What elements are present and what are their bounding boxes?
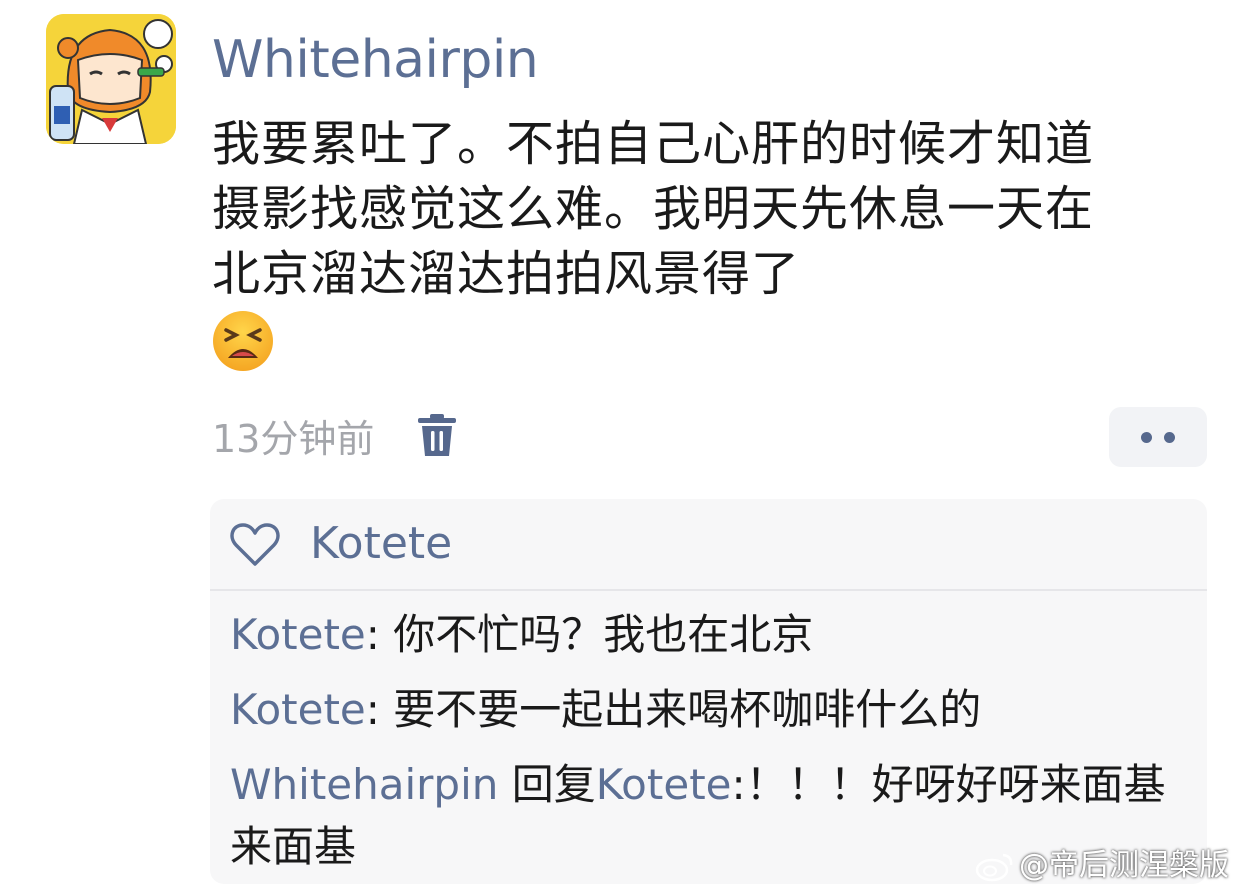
tired-face-emoji bbox=[212, 310, 274, 372]
comment-item: Kotete: 要不要一起出来喝杯咖啡什么的 bbox=[230, 679, 1190, 741]
comment-separator: : bbox=[365, 685, 394, 734]
cartoon-girl-avatar-icon bbox=[46, 14, 176, 144]
commenter-name[interactable]: Whitehairpin bbox=[230, 760, 498, 809]
reply-target-name[interactable]: Kotete bbox=[596, 760, 732, 809]
trash-icon[interactable] bbox=[417, 414, 457, 458]
comments-panel: Kotete Kotete: 你不忙吗？我也在北京 Kotete: 要不要一起出… bbox=[210, 499, 1207, 884]
commenter-name[interactable]: Kotete bbox=[230, 685, 366, 734]
reply-to-label: 回复 bbox=[498, 760, 596, 809]
watermark: @帝后测涅槃版 bbox=[975, 846, 1229, 886]
commenter-name[interactable]: Kotete bbox=[230, 610, 366, 659]
comment-separator: : bbox=[731, 760, 746, 809]
avatar[interactable] bbox=[46, 14, 176, 144]
comment-text: 你不忙吗？我也在北京 bbox=[393, 610, 814, 659]
watermark-text: @帝后测涅槃版 bbox=[1019, 848, 1229, 883]
post-timestamp: 13分钟前 bbox=[212, 417, 375, 461]
liker-name[interactable]: Kotete bbox=[310, 515, 452, 573]
likes-row: Kotete bbox=[210, 499, 1207, 591]
post-text: 我要累吐了。不拍自己心肝的时候才知道摄影找感觉这么难。我明天先休息一天在北京溜达… bbox=[212, 116, 1095, 302]
more-options-button[interactable] bbox=[1109, 407, 1207, 467]
weibo-logo-icon bbox=[975, 853, 1013, 882]
post-author-name[interactable]: Whitehairpin bbox=[212, 28, 539, 92]
comment-separator: : bbox=[365, 610, 394, 659]
more-dots-icon bbox=[1164, 431, 1175, 443]
comment-text: 要不要一起出来喝杯咖啡什么的 bbox=[393, 685, 982, 734]
more-dots-icon bbox=[1141, 431, 1152, 443]
comment-item: Kotete: 你不忙吗？我也在北京 bbox=[230, 604, 1190, 666]
heart-outline-icon[interactable] bbox=[230, 523, 280, 567]
